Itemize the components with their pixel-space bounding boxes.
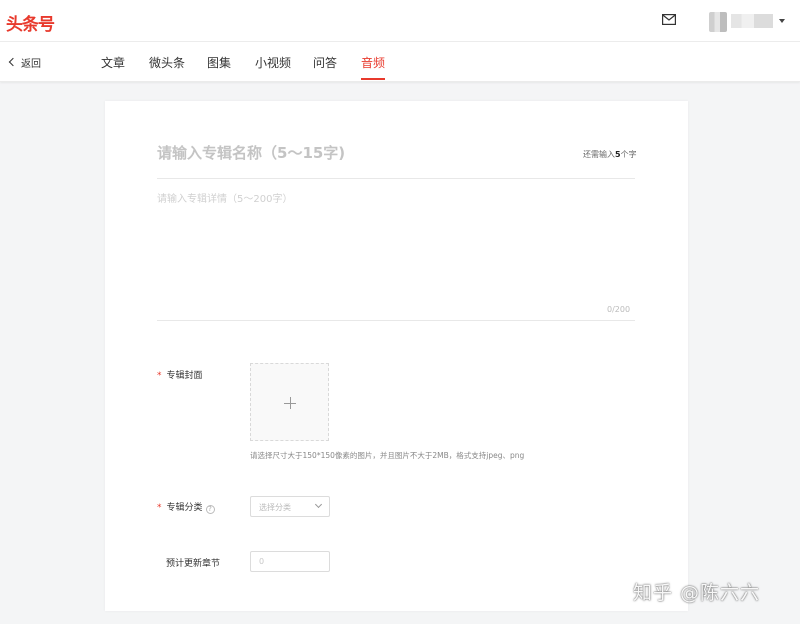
caret-down-icon[interactable] <box>779 19 785 23</box>
category-select-value: 选择分类 <box>259 503 291 512</box>
cover-label: * 专辑封面 <box>157 371 203 381</box>
cover-upload-button[interactable] <box>250 363 329 441</box>
tab-short-video[interactable]: 小视频 <box>255 54 291 80</box>
help-icon[interactable]: ? <box>205 505 215 514</box>
back-button[interactable]: 返回 <box>8 54 41 70</box>
watermark: 知乎 @陈六六 <box>633 582 761 604</box>
back-label: 返回 <box>21 58 41 70</box>
nav-bar: 返回 文章 微头条 图集 小视频 问答 音频 <box>0 42 800 82</box>
tab-gallery[interactable]: 图集 <box>207 54 231 80</box>
tab-article[interactable]: 文章 <box>101 54 125 80</box>
divider <box>157 178 635 179</box>
username-blurred[interactable] <box>731 14 773 28</box>
album-name-input[interactable] <box>157 137 635 169</box>
top-header: 头条号 <box>0 0 800 42</box>
required-mark: * <box>157 503 162 513</box>
description-counter: 0/200 <box>607 305 631 314</box>
required-mark: * <box>157 371 162 381</box>
mail-icon[interactable] <box>662 14 676 25</box>
avatar[interactable] <box>709 12 727 32</box>
logo[interactable]: 头条号 <box>6 10 55 35</box>
chapters-label: 预计更新章节 <box>166 559 221 569</box>
name-counter: 还需输入5个字 <box>583 150 637 159</box>
cover-hint: 请选择尺寸大于150*150像素的图片，并且图片不大于2MB，格式支持jpeg、… <box>250 451 525 460</box>
chevron-down-icon <box>314 500 323 509</box>
category-label: * 专辑分类? <box>157 500 215 514</box>
album-description-input[interactable] <box>157 190 635 300</box>
chevron-left-icon <box>8 57 18 67</box>
category-select[interactable]: 选择分类 <box>250 496 330 517</box>
divider <box>157 320 635 321</box>
tab-audio[interactable]: 音频 <box>361 54 386 80</box>
plus-icon <box>284 397 296 409</box>
chapters-input[interactable] <box>250 551 330 572</box>
tab-micro[interactable]: 微头条 <box>149 54 185 80</box>
tab-qa[interactable]: 问答 <box>313 54 337 80</box>
